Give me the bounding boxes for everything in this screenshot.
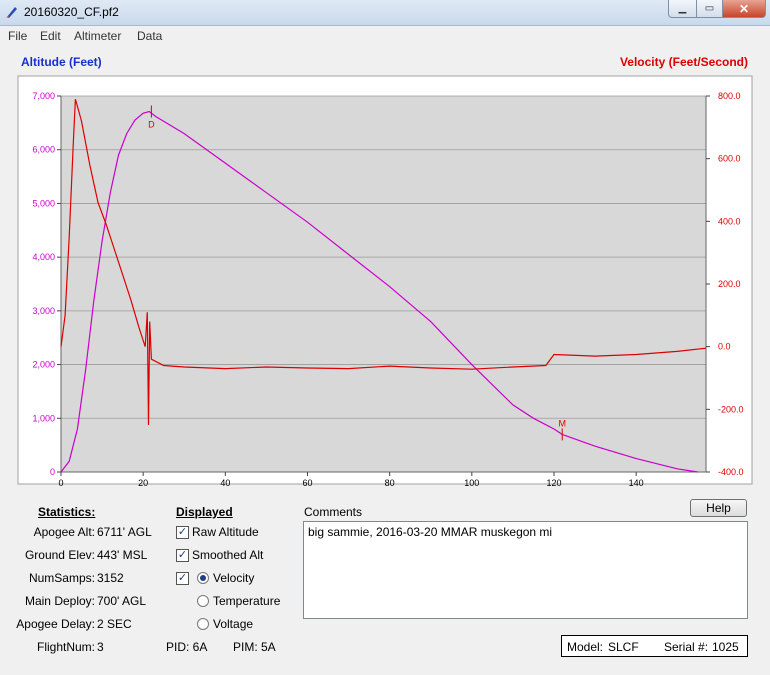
left-tick-label: 0 [50, 467, 55, 477]
left-tick-label: 5,000 [32, 198, 55, 208]
stat-label: Ground Elev: [24, 548, 95, 562]
help-button[interactable]: Help [690, 499, 747, 517]
x-tick-label: 100 [464, 478, 479, 488]
right-tick-label: 800.0 [718, 91, 741, 101]
stat-label: Apogee Alt: [33, 525, 95, 539]
event-marker-label: D [148, 120, 155, 130]
comment-text: big sammie, 2016-03-20 MMAR muskegon mi [308, 525, 553, 539]
voltage-radio[interactable] [197, 618, 209, 630]
model-value: SLCF [608, 640, 639, 654]
stat-value: 443' MSL [97, 548, 148, 562]
right-tick-label: -200.0 [718, 404, 744, 414]
temperature-radio[interactable] [197, 595, 209, 607]
stat-label: FlightNum: [36, 640, 95, 654]
app-rocket-icon [6, 7, 17, 18]
stat-value: 3152 [97, 571, 124, 585]
x-tick-label: 20 [138, 478, 148, 488]
device-info-box: Model: SLCF Serial #: 1025 [561, 635, 748, 657]
window-title: 20160320_CF.pf2 [24, 5, 119, 19]
voltage-label: Voltage [213, 617, 254, 631]
flight-chart: Altitude (Feet) Velocity (Feet/Second) 7… [17, 55, 753, 488]
x-tick-label: 60 [302, 478, 312, 488]
temperature-label: Temperature [213, 594, 281, 608]
pim-value: PIM: 5A [233, 640, 276, 654]
left-tick-label: 4,000 [32, 252, 55, 262]
menu-edit[interactable]: Edit [40, 29, 61, 43]
raw-altitude-checkbox[interactable]: ✓ [176, 526, 189, 539]
right-tick-label: 0.0 [718, 342, 731, 352]
left-tick-label: 2,000 [32, 360, 55, 370]
x-tick-label: 80 [385, 478, 395, 488]
statistics-title: Statistics: [38, 505, 96, 519]
event-marker-label: M [558, 418, 566, 428]
x-tick-label: 0 [58, 478, 63, 488]
left-tick-label: 3,000 [32, 306, 55, 316]
stat-value: 700' AGL [97, 594, 146, 608]
menu-file[interactable]: File [8, 29, 27, 43]
comments-label: Comments [304, 505, 363, 519]
comments-textarea[interactable]: big sammie, 2016-03-20 MMAR muskegon mi [303, 521, 748, 619]
displayed-title: Displayed [176, 505, 233, 519]
x-tick-label: 120 [546, 478, 561, 488]
maximize-button[interactable]: ▭ [696, 0, 723, 18]
velocity-group-checkbox[interactable]: ✓ [176, 572, 189, 585]
serial-value: 1025 [712, 640, 739, 654]
menu-data[interactable]: Data [137, 29, 162, 43]
right-tick-label: -400.0 [718, 467, 744, 477]
velocity-radio[interactable] [197, 572, 209, 584]
right-axis-title: Velocity (Feet/Second) [620, 55, 748, 69]
stat-label: Main Deploy: [24, 594, 95, 608]
stat-label: Apogee Delay: [16, 617, 95, 631]
smoothed-alt-checkbox[interactable]: ✓ [176, 549, 189, 562]
smoothed-alt-label: Smoothed Alt [192, 548, 264, 562]
velocity-label: Velocity [213, 571, 255, 585]
x-tick-label: 40 [220, 478, 230, 488]
right-tick-label: 600.0 [718, 154, 741, 164]
plot-area [61, 96, 706, 472]
menu-bar: File Edit Altimeter Data [0, 26, 770, 46]
right-tick-label: 200.0 [718, 279, 741, 289]
left-axis-title: Altitude (Feet) [21, 55, 102, 69]
right-tick-label: 400.0 [718, 216, 741, 226]
raw-altitude-label: Raw Altitude [192, 525, 259, 539]
stat-value: 3 [97, 640, 104, 654]
close-button[interactable]: ✕ [722, 0, 766, 18]
left-tick-label: 1,000 [32, 413, 55, 423]
stat-value: 2 SEC [97, 617, 132, 631]
pid-value: PID: 6A [166, 640, 208, 654]
serial-label: Serial #: [664, 640, 709, 654]
stat-label: NumSamps: [28, 571, 95, 585]
minimize-button[interactable]: ▁ [668, 0, 697, 18]
stat-value: 6711' AGL [97, 525, 152, 539]
title-bar: 20160320_CF.pf2 ▁ ▭ ✕ [0, 0, 770, 26]
left-tick-label: 6,000 [32, 145, 55, 155]
x-tick-label: 140 [629, 478, 644, 488]
model-label: Model: [567, 640, 604, 654]
menu-altimeter[interactable]: Altimeter [74, 29, 121, 43]
left-tick-label: 7,000 [32, 91, 55, 101]
